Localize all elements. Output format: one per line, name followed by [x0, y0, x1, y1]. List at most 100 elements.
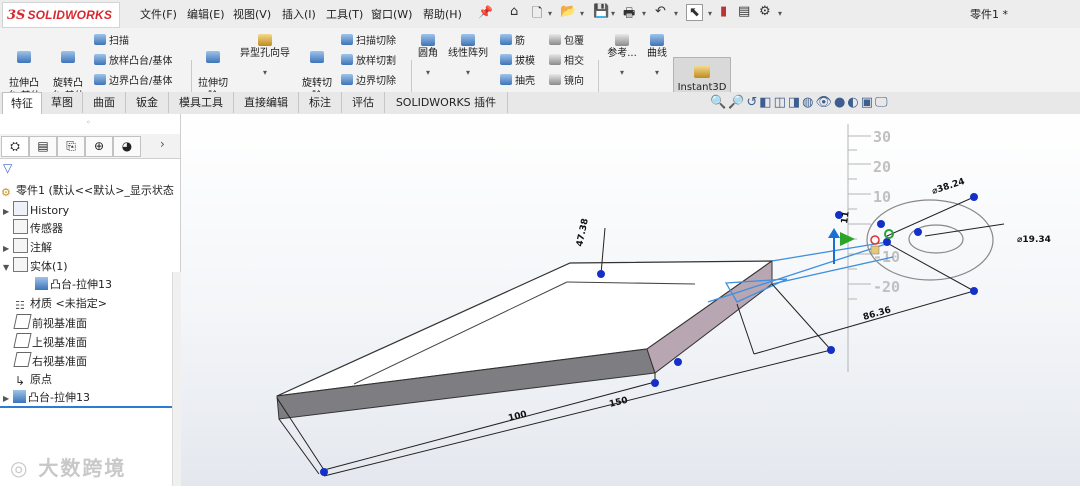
mirror-button[interactable]: 镜向 — [549, 72, 584, 87]
shell-button[interactable]: 抽壳 — [500, 72, 535, 87]
chevron-down-icon[interactable]: ▾ — [642, 9, 646, 18]
file-properties-icon[interactable]: ▤ — [738, 4, 750, 19]
tab-sheet-metal[interactable]: 钣金 — [126, 92, 169, 113]
tree-item-origin[interactable]: ↳ 原点 — [15, 371, 52, 389]
menu-tools[interactable]: 工具(T) — [326, 6, 363, 22]
tab-evaluate[interactable]: 评估 — [342, 92, 385, 113]
menu-edit[interactable]: 编辑(E) — [187, 6, 225, 22]
chevron-down-icon[interactable]: ▾ — [236, 66, 294, 79]
loft-boss-button[interactable]: 放样凸台/基体 — [94, 52, 172, 67]
graphics-area[interactable]: 30 20 10 -10 -20 100 150 86.36 ⌀19.34 ⌀3… — [181, 114, 1080, 486]
chevron-down-icon[interactable]: ▾ — [548, 9, 552, 18]
tab-sketch[interactable]: 草图 — [42, 92, 83, 113]
diameter-19-34[interactable]: ⌀19.34 — [1017, 235, 1051, 245]
draft-button[interactable]: 拔模 — [500, 52, 535, 67]
gear-icon[interactable]: ⚙ — [759, 4, 771, 19]
curves-button[interactable]: 曲线 ▾ — [643, 34, 671, 79]
chevron-right-icon[interactable]: › — [160, 137, 165, 151]
solidworks-logo[interactable]: 3S SOLIDWORKS — [2, 2, 120, 28]
menu-file[interactable]: 文件(F) — [140, 6, 177, 22]
tab-mold-tools[interactable]: 模具工具 — [169, 92, 234, 113]
diameter-38-24[interactable]: ⌀38.24 — [931, 177, 966, 197]
collapse-arrow-icon[interactable]: ▼ — [3, 259, 13, 277]
fillet-button[interactable]: 圆角 ▾ — [414, 34, 442, 79]
sweep-button[interactable]: 扫描 — [94, 32, 129, 47]
linear-pattern-button[interactable]: 线性阵列 ▾ — [444, 34, 492, 79]
menu-view[interactable]: 视图(V) — [233, 6, 271, 22]
zoom-area-icon[interactable]: 🔎 — [728, 95, 746, 110]
tab-surfaces[interactable]: 曲面 — [83, 92, 126, 113]
tab-direct-editing[interactable]: 直接编辑 — [234, 92, 299, 113]
edit-appearance-icon[interactable]: ● — [834, 95, 847, 110]
dimxpert-tab-icon[interactable]: ⊕ — [85, 136, 113, 157]
rib-button[interactable]: 筋 — [500, 32, 525, 47]
new-document-icon[interactable]: 🗋 — [532, 4, 542, 26]
tree-item-extrude-feature[interactable]: ▶ 凸台-拉伸13 — [3, 389, 90, 407]
undo-icon[interactable]: ↶ — [655, 4, 666, 19]
chevron-down-icon[interactable]: ▾ — [603, 66, 641, 79]
tree-item-front-plane[interactable]: 前视基准面 — [13, 314, 87, 332]
expand-arrow-icon[interactable]: ▶ — [3, 203, 13, 221]
tree-root-part[interactable]: ⚙ 零件1 (默认<<默认>_显示状态 — [1, 182, 174, 200]
model-view[interactable]: 30 20 10 -10 -20 100 150 86.36 ⌀19.34 ⌀3… — [181, 114, 1080, 486]
home-icon[interactable]: ⌂ — [510, 4, 518, 19]
print-icon[interactable]: 🖶 — [623, 4, 635, 26]
expand-arrow-icon[interactable]: ▶ — [3, 240, 13, 258]
pin-icon[interactable]: 📌 — [478, 5, 493, 19]
tree-item-solid-bodies[interactable]: ▼ 实体(1) — [3, 257, 68, 275]
chevron-down-icon[interactable]: ▾ — [674, 9, 678, 18]
apply-scene-icon[interactable]: ◐ — [847, 95, 860, 110]
reference-geometry-button[interactable]: 参考... ▾ — [603, 34, 641, 79]
dimension-100[interactable]: 100 — [507, 410, 528, 424]
rollback-bar[interactable] — [0, 406, 176, 408]
loft-cut-button[interactable]: 放样切割 — [341, 52, 396, 67]
feature-manager-tab-icon[interactable]: ⛭ — [1, 136, 29, 157]
tree-item-top-plane[interactable]: 上视基准面 — [13, 333, 87, 351]
rebuild-icon[interactable]: ▮ — [720, 4, 727, 19]
zoom-to-fit-icon[interactable]: 🔍 — [710, 95, 728, 110]
tree-item-material[interactable]: ☷ 材质 <未指定> — [15, 295, 107, 313]
tab-features[interactable]: 特征 — [2, 92, 42, 114]
tree-item-annotations[interactable]: ▶ 注解 — [3, 238, 52, 256]
chevron-down-icon[interactable]: ▾ — [611, 9, 615, 18]
boundary-cut-button[interactable]: 边界切除 — [341, 72, 396, 87]
dynamic-annotation-icon[interactable]: ◫ — [774, 95, 788, 110]
tree-item-right-plane[interactable]: 右视基准面 — [13, 352, 87, 370]
tree-item-body[interactable]: 凸台-拉伸13 — [35, 276, 112, 294]
sweep-cut-button[interactable]: 扫描切除 — [341, 32, 396, 47]
intersect-button[interactable]: 相交 — [549, 52, 584, 67]
chevron-down-icon[interactable]: ▾ — [414, 66, 442, 79]
menu-window[interactable]: 窗口(W) — [371, 6, 412, 22]
wrap-button[interactable]: 包覆 — [549, 32, 584, 47]
view-settings-icon[interactable]: ▣ — [861, 95, 875, 110]
open-folder-icon[interactable]: 📂 — [560, 4, 576, 19]
display-manager-tab-icon[interactable]: ◕ — [113, 136, 141, 157]
section-view-icon[interactable]: ◧ — [759, 95, 773, 110]
chevron-down-icon[interactable]: ▾ — [643, 66, 671, 79]
display-style-icon[interactable]: ◍ — [802, 95, 815, 110]
property-manager-tab-icon[interactable]: ▤ — [29, 136, 57, 157]
tab-markup[interactable]: 标注 — [299, 92, 342, 113]
dimension-47-38[interactable]: 47.38 — [575, 218, 591, 248]
view-orientation-icon[interactable]: ◨ — [788, 95, 802, 110]
boundary-boss-button[interactable]: 边界凸台/基体 — [94, 72, 172, 87]
hide-show-items-icon[interactable]: 👁 — [816, 95, 835, 110]
dimension-11[interactable]: 11 — [840, 211, 852, 225]
chevron-down-icon[interactable]: ▾ — [580, 9, 584, 18]
save-icon[interactable]: 💾 — [593, 4, 609, 19]
chevron-down-icon[interactable]: ▾ — [708, 9, 712, 18]
filter-icon[interactable]: ▽ — [3, 161, 12, 175]
extruded-body[interactable] — [276, 260, 774, 420]
monitor-icon[interactable]: 🖵 — [875, 95, 890, 110]
panel-grip-icon[interactable]: ◦ — [86, 118, 91, 127]
panel-scrollbar[interactable] — [172, 272, 181, 486]
dimension-150[interactable]: 150 — [608, 396, 629, 410]
dimension-86-36[interactable]: 86.36 — [862, 305, 892, 322]
tree-item-history[interactable]: ▶ History — [3, 201, 69, 219]
configuration-manager-tab-icon[interactable]: ⎘ — [57, 136, 85, 157]
select-cursor-icon[interactable]: ⬉ — [686, 4, 703, 21]
tree-item-sensors[interactable]: 传感器 — [13, 219, 63, 237]
menu-insert[interactable]: 插入(I) — [282, 6, 316, 22]
chevron-down-icon[interactable]: ▾ — [444, 66, 492, 79]
chevron-down-icon[interactable]: ▾ — [778, 9, 782, 18]
